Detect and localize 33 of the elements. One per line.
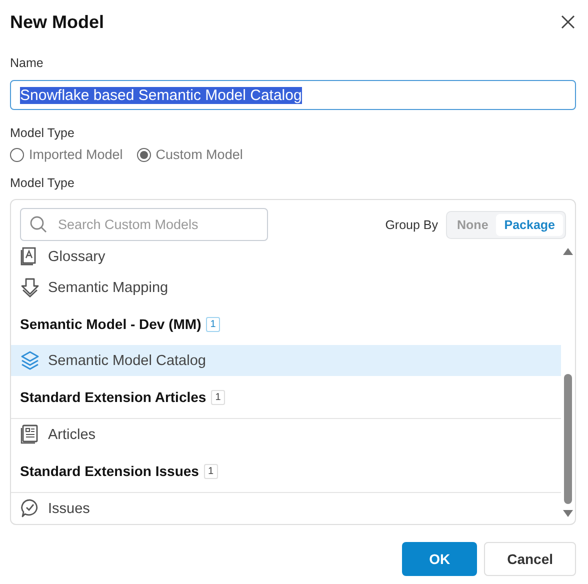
radio-label: Custom Model bbox=[156, 147, 243, 162]
count-badge: 1 bbox=[211, 390, 225, 404]
count-badge: 1 bbox=[206, 316, 220, 332]
field-label: Name bbox=[10, 56, 44, 70]
radio-option[interactable]: Custom Model bbox=[136, 147, 243, 162]
group-heading: Semantic Model - Dev (MM) bbox=[20, 316, 202, 332]
model-list-item[interactable]: Articles bbox=[11, 418, 561, 450]
group-by-option[interactable]: Package bbox=[496, 214, 563, 236]
model-list-item[interactable]: Glossary bbox=[11, 241, 561, 272]
ok-button[interactable]: OK bbox=[402, 542, 478, 576]
dialog-title: New Model bbox=[10, 12, 104, 32]
model-list-item[interactable]: Semantic Mapping bbox=[11, 272, 561, 303]
radio-label: Imported Model bbox=[29, 147, 123, 162]
scroll-up-icon[interactable] bbox=[563, 247, 573, 255]
chat-check-icon bbox=[20, 498, 40, 519]
layers-icon bbox=[20, 350, 40, 371]
radio-option[interactable]: Imported Model bbox=[10, 147, 123, 162]
count-badge: 1 bbox=[204, 464, 218, 478]
down-arrow-icon bbox=[20, 277, 40, 298]
group-by-label: Group By bbox=[385, 218, 438, 232]
model-list-item[interactable]: Semantic Model Catalog bbox=[11, 345, 561, 376]
document-icon bbox=[20, 424, 40, 445]
field-label: Model Type bbox=[10, 126, 76, 140]
model-list-item[interactable]: Issues bbox=[11, 492, 561, 524]
field-label: Model Type bbox=[10, 176, 76, 190]
group-heading: Standard Extension Issues bbox=[20, 463, 199, 479]
name-field[interactable]: Snowflake based Semantic Model Catalog bbox=[10, 80, 576, 110]
cancel-button[interactable]: Cancel bbox=[484, 542, 576, 576]
close-icon[interactable] bbox=[560, 14, 576, 30]
scrollbar-thumb[interactable] bbox=[564, 374, 572, 504]
group-heading: Standard Extension Articles bbox=[20, 389, 206, 405]
scroll-down-icon[interactable] bbox=[563, 510, 573, 518]
search-field[interactable]: Search Custom Models bbox=[20, 208, 268, 241]
